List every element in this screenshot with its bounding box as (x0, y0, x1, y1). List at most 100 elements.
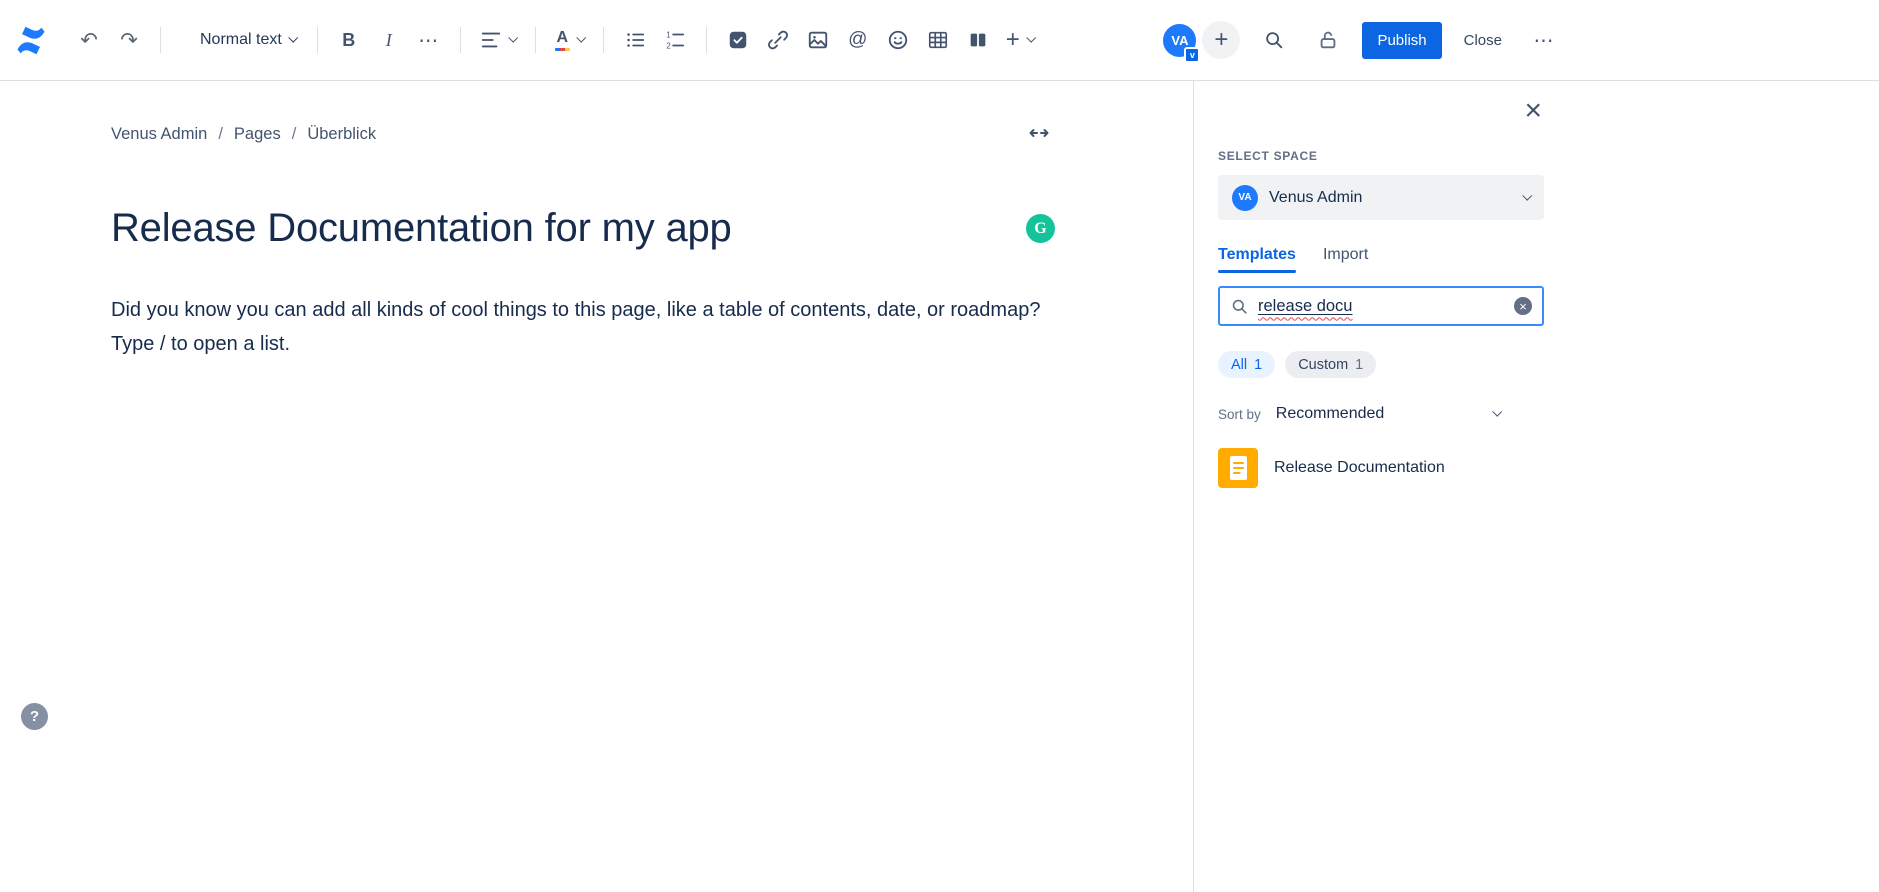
task-list-button[interactable] (718, 20, 758, 60)
close-icon: × (1524, 94, 1542, 127)
text-align-dropdown[interactable] (472, 20, 524, 60)
filter-label: Custom (1298, 356, 1349, 373)
space-avatar: VA (1232, 184, 1258, 211)
text-color-dropdown[interactable]: A (547, 20, 592, 60)
svg-text:1: 1 (666, 30, 670, 39)
more-actions-icon: ⋯ (1533, 29, 1555, 52)
filter-count: 1 (1355, 356, 1364, 373)
chevron-down-icon (508, 32, 518, 43)
mention-icon: @ (848, 29, 868, 50)
template-name: Release Documentation (1274, 459, 1445, 476)
page-title[interactable]: Release Documentation for my app (111, 206, 732, 251)
plus-icon: + (1005, 26, 1020, 53)
numbered-list-icon: 1 2 (666, 30, 684, 50)
filter-pills: All 1 Custom 1 (1218, 351, 1544, 378)
clear-icon: × (1519, 298, 1527, 314)
breadcrumb-separator: / (291, 125, 297, 143)
more-formatting-button[interactable]: ⋯ (409, 20, 449, 60)
toolbar-divider (160, 27, 161, 53)
template-list-item[interactable]: Release Documentation (1218, 448, 1544, 488)
mention-button[interactable]: @ (838, 20, 878, 60)
italic-icon: I (385, 29, 392, 50)
filter-count: 1 (1254, 356, 1263, 373)
sort-value: Recommended (1275, 405, 1385, 422)
filter-all[interactable]: All 1 (1218, 351, 1276, 378)
search-icon (1232, 299, 1247, 314)
filter-label: All (1231, 356, 1248, 373)
permissions-button[interactable] (1308, 20, 1348, 60)
svg-text:2: 2 (666, 41, 670, 50)
invite-button[interactable]: + (1202, 21, 1241, 59)
confluence-editor: ↶ ↷ Normal text B I ⋯ A 1 2 @ + VA v + P… (0, 0, 1879, 892)
table-icon (928, 31, 947, 49)
toolbar-divider (316, 27, 318, 53)
toolbar-divider (534, 27, 536, 53)
breadcrumb-row: Venus Admin / Pages / Überblick (111, 117, 1055, 152)
filter-custom[interactable]: Custom 1 (1285, 351, 1377, 378)
link-icon (767, 30, 788, 50)
search-button[interactable] (1254, 20, 1294, 60)
chevron-down-icon (1522, 190, 1533, 201)
text-style-dropdown[interactable]: Normal text (190, 23, 306, 57)
link-button[interactable] (758, 20, 798, 60)
close-button[interactable]: Close (1456, 22, 1510, 59)
more-actions-button[interactable]: ⋯ (1524, 20, 1564, 60)
breadcrumb-link-venus-admin[interactable]: Venus Admin (111, 125, 207, 144)
breadcrumb-link-ueberblick[interactable]: Überblick (307, 125, 376, 144)
editor-content: Venus Admin / Pages / Überblick Release … (111, 81, 1055, 361)
question-icon: ? (29, 708, 40, 725)
layouts-icon (970, 33, 986, 47)
toolbar-right-group: VA v + Publish Close ⋯ (1161, 20, 1564, 63)
sort-dropdown[interactable]: Sort by Recommended (1218, 405, 1503, 423)
chevron-down-icon (1026, 32, 1036, 43)
tab-templates[interactable]: Templates (1218, 246, 1296, 273)
panel-tabs: Templates Import (1218, 246, 1544, 273)
top-toolbar: ↶ ↷ Normal text B I ⋯ A 1 2 @ + VA v + P… (0, 0, 1879, 81)
templates-panel: × SELECT SPACE VA Venus Admin Templates … (1193, 81, 1879, 892)
expand-width-icon (1029, 129, 1049, 137)
insert-dropdown[interactable]: + (998, 20, 1042, 60)
redo-button[interactable]: ↷ (109, 20, 149, 60)
breadcrumb-separator: / (218, 125, 223, 143)
space-name: Venus Admin (1269, 188, 1363, 206)
toolbar-divider (705, 27, 707, 53)
numbered-list-button[interactable]: 1 2 (655, 20, 695, 60)
undo-icon: ↶ (80, 28, 98, 52)
chevron-down-icon (288, 32, 298, 43)
unlock-icon (1321, 31, 1336, 49)
space-selector[interactable]: VA Venus Admin (1218, 175, 1544, 220)
plus-icon: + (1214, 26, 1229, 53)
expand-width-button[interactable] (1023, 117, 1055, 152)
text-color-icon: A (554, 29, 570, 51)
image-button[interactable] (798, 20, 838, 60)
chevron-down-icon (576, 32, 586, 43)
select-space-label: SELECT SPACE (1218, 149, 1318, 163)
image-icon (808, 31, 827, 49)
grammarly-icon[interactable]: G (1026, 214, 1055, 243)
editor-body[interactable]: Did you know you can add all kinds of co… (111, 293, 1055, 361)
emoji-icon (888, 30, 907, 50)
table-button[interactable] (918, 20, 958, 60)
collaborator-badge: v (1184, 46, 1201, 63)
help-button[interactable]: ? (21, 703, 48, 730)
confluence-logo-icon[interactable] (15, 24, 47, 56)
title-row: Release Documentation for my app G (111, 206, 1055, 251)
task-checkbox-icon (729, 31, 747, 49)
bold-button[interactable]: B (329, 20, 369, 60)
more-formatting-icon: ⋯ (418, 29, 440, 52)
layouts-button[interactable] (958, 20, 998, 60)
undo-button[interactable]: ↶ (69, 20, 109, 60)
close-panel-button[interactable]: × (1522, 95, 1544, 127)
clear-search-button[interactable]: × (1514, 297, 1532, 315)
publish-button[interactable]: Publish (1362, 21, 1442, 59)
breadcrumb-link-pages[interactable]: Pages (234, 125, 281, 144)
italic-button[interactable]: I (369, 20, 409, 60)
tab-import[interactable]: Import (1323, 246, 1368, 273)
template-search-input[interactable]: release docu × (1218, 286, 1544, 326)
search-icon (1266, 32, 1283, 49)
emoji-button[interactable] (878, 20, 918, 60)
search-value: release docu (1258, 296, 1353, 315)
toolbar-divider (459, 27, 461, 53)
avatar[interactable]: VA v (1161, 21, 1201, 63)
bullet-list-button[interactable] (615, 20, 655, 60)
